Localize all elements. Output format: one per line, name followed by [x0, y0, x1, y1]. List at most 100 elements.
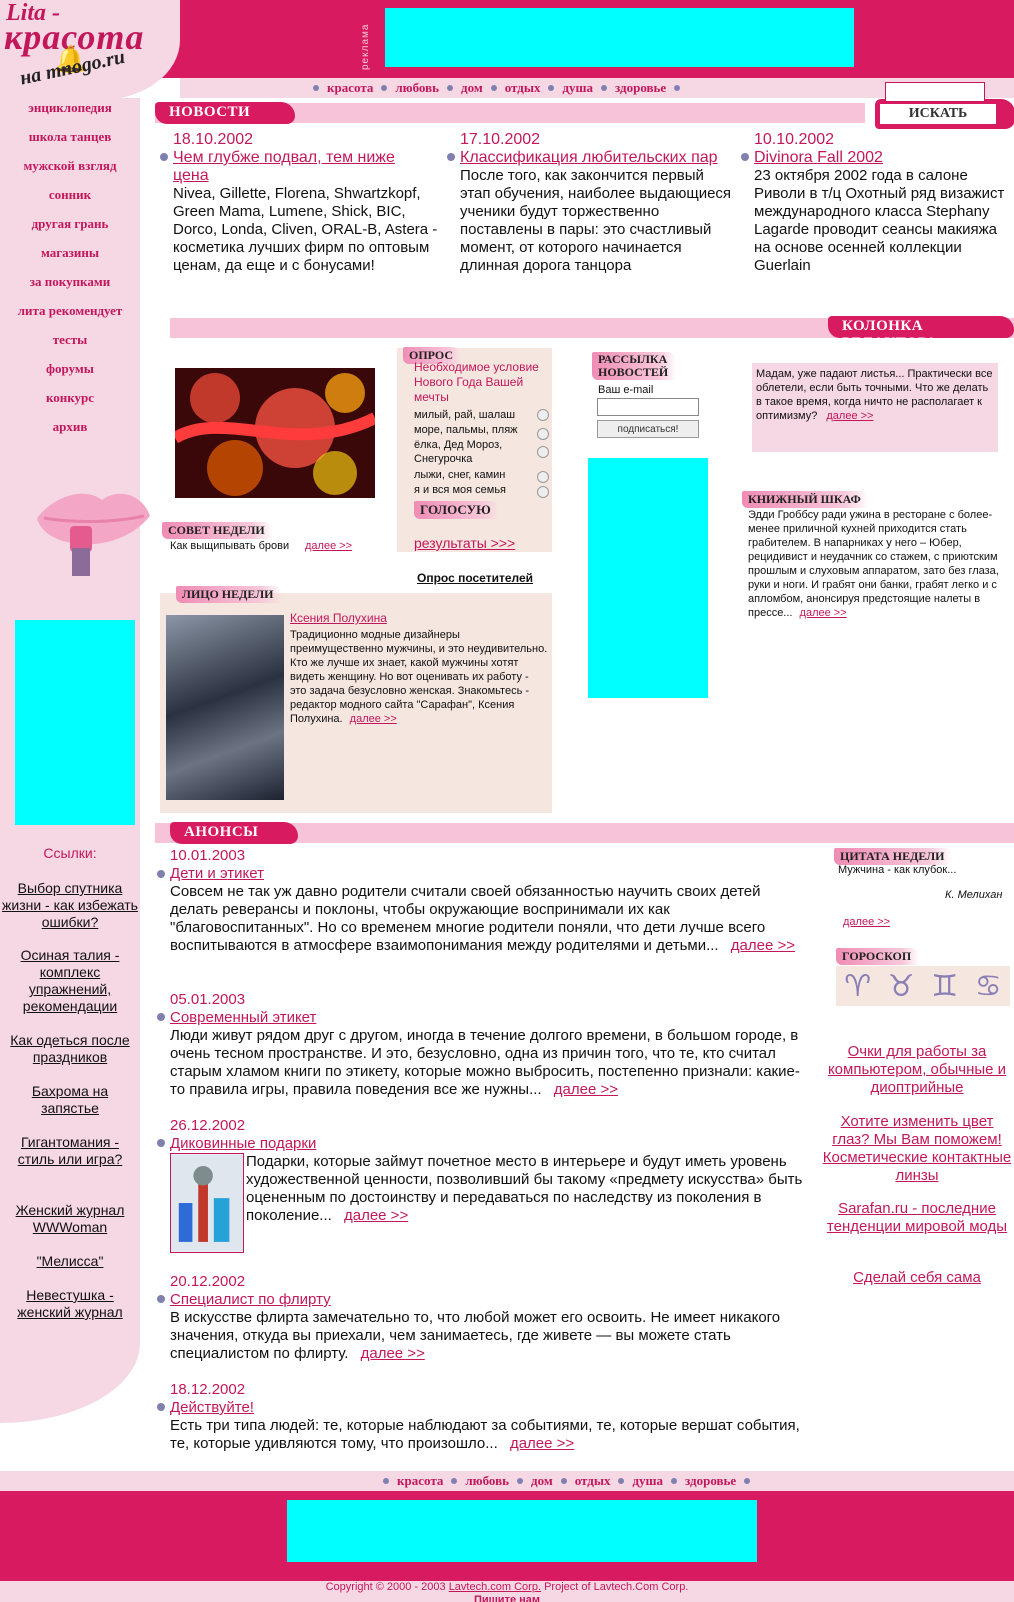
nav-item-otdyh[interactable]: отдых: [505, 80, 541, 96]
quote-more-link[interactable]: далее >>: [843, 916, 890, 928]
news-title-link[interactable]: Чем глубже подвал, тем ниже цена: [173, 149, 413, 185]
newsletter-email-input[interactable]: [597, 398, 699, 416]
anons-title-link[interactable]: Специалист по флирту: [170, 1291, 331, 1308]
search-input[interactable]: [885, 82, 985, 102]
horoscope-header: ГОРОСКОП: [836, 948, 920, 965]
search-button[interactable]: ИСКАТЬ: [880, 104, 996, 124]
sidebar-item-encyclopedia[interactable]: энциклопедия: [0, 100, 140, 116]
sidebar-link-7[interactable]: "Мелисса": [2, 1253, 138, 1270]
poll-radio-5[interactable]: [537, 486, 549, 498]
sidebar-link-2[interactable]: Осиная талия - комплекс упражнений, реко…: [2, 947, 138, 1015]
anons-title-link[interactable]: Современный этикет: [170, 1009, 316, 1026]
nav-dot-icon: [517, 1478, 524, 1484]
nav-dot-icon: [490, 85, 497, 91]
face-text-body: Традиционно модные дизайнеры преимуществ…: [290, 629, 548, 725]
news-date: 18.10.2002: [173, 131, 254, 148]
footer-nav-lyubov[interactable]: любовь: [465, 1473, 509, 1489]
sidebar-item-shops[interactable]: магазины: [0, 245, 140, 261]
right-link-lenses[interactable]: Хотите изменить цвет глаз? Мы Вам поможе…: [822, 1113, 1012, 1185]
poll-option-5: я и вся моя семья: [414, 484, 507, 496]
gifts-photo[interactable]: [170, 1153, 244, 1253]
nav-item-dom[interactable]: дом: [461, 80, 483, 96]
footer-copyright: Copyright © 2000 - 2003 Lavtech.com Corp…: [0, 1581, 1014, 1602]
anons-title-link[interactable]: Действуйте!: [170, 1399, 254, 1416]
news-title-link[interactable]: Divinora Fall 2002: [754, 149, 1004, 167]
gemini-icon[interactable]: ♊: [931, 969, 958, 1004]
bullet-icon: [157, 1403, 165, 1411]
anons-title-link[interactable]: Диковинные подарки: [170, 1135, 316, 1152]
nav-dot-icon: [601, 85, 608, 91]
sidebar-link-8[interactable]: Невестушка - женский журнал: [2, 1287, 138, 1321]
footer-nav-dom[interactable]: дом: [531, 1473, 553, 1489]
nav-dot-icon: [381, 85, 388, 91]
poll-results-link[interactable]: результаты >>>: [414, 535, 515, 551]
anons-title-link[interactable]: Дети и этикет: [170, 865, 264, 882]
anons-date: 05.01.2003: [170, 991, 246, 1008]
poll-visitors-link[interactable]: Опрос посетителей: [417, 571, 533, 585]
subscribe-button[interactable]: подписаться!: [597, 420, 699, 438]
ad-banner-left[interactable]: [15, 620, 135, 825]
left-sidebar-curve: [0, 1343, 140, 1423]
sidebar-link-1[interactable]: Выбор спутника жизни - как избежать ошиб…: [2, 880, 138, 931]
anons-more-link[interactable]: далее >>: [344, 1207, 408, 1224]
quote-text: Мужчина - как клубок...: [838, 864, 957, 876]
face-photo[interactable]: [166, 615, 284, 800]
sidebar-link-6[interactable]: Женский журнал WWWoman: [2, 1202, 138, 1236]
poll-radio-1[interactable]: [537, 409, 549, 421]
sidebar-item-contest[interactable]: конкурс: [0, 390, 140, 406]
news-title-link[interactable]: Классификация любительских пар: [460, 149, 740, 167]
footer-nav-zdorovie[interactable]: здоровье: [685, 1473, 736, 1489]
face-name-link[interactable]: Ксения Полухина: [290, 611, 387, 625]
poll-vote-button[interactable]: ГОЛОСУЮ: [414, 501, 499, 519]
contact-link[interactable]: Пишите нам: [474, 1594, 540, 1602]
anons-more-link[interactable]: далее >>: [731, 937, 795, 954]
sidebar-item-male-view[interactable]: мужской взгляд: [0, 158, 140, 174]
tip-more-link[interactable]: далее >>: [305, 540, 352, 552]
anons-more-link[interactable]: далее >>: [510, 1435, 574, 1452]
sidebar-item-shopping[interactable]: за покупками: [0, 274, 140, 290]
books-more-link[interactable]: далее >>: [800, 607, 847, 619]
footer-nav-dusha[interactable]: душа: [632, 1473, 663, 1489]
taurus-icon[interactable]: ♉: [888, 969, 915, 1004]
sidebar-item-forums[interactable]: форумы: [0, 361, 140, 377]
nav-item-lyubov[interactable]: любовь: [395, 80, 439, 96]
face-header: ЛИЦО НЕДЕЛИ: [176, 586, 282, 603]
right-link-sarafan[interactable]: Sarafan.ru - последние тенденции мировой…: [822, 1200, 1012, 1236]
nav-dot-icon: [313, 85, 319, 91]
sidebar-link-3[interactable]: Как одеться после праздников: [2, 1032, 138, 1066]
sidebar-item-lita-recommends[interactable]: лита рекомендует: [0, 303, 140, 319]
poll-radio-3[interactable]: [537, 446, 549, 458]
nav-item-krasota[interactable]: красота: [327, 80, 373, 96]
nav-item-dusha[interactable]: душа: [562, 80, 593, 96]
cancer-icon[interactable]: ♋: [975, 969, 1002, 1004]
sidebar-item-tests[interactable]: тесты: [0, 332, 140, 348]
sidebar-link-5[interactable]: Гигантомания - стиль или игра?: [2, 1134, 138, 1168]
footer-nav-otdyh[interactable]: отдых: [575, 1473, 611, 1489]
ad-banner-bottom[interactable]: [287, 1500, 757, 1562]
ad-banner-middle[interactable]: [588, 458, 708, 698]
nav-item-zdorovie[interactable]: здоровье: [615, 80, 666, 96]
anons-more-link[interactable]: далее >>: [361, 1345, 425, 1362]
poll-radio-2[interactable]: [537, 428, 549, 440]
poll-question: Необходимое условие Нового Года Вашей ме…: [414, 360, 539, 404]
anons-text: Есть три типа людей: те, которые наблюда…: [170, 1417, 810, 1453]
holiday-photo[interactable]: [175, 368, 375, 498]
sidebar-link-4[interactable]: Бахрома на запястье: [2, 1083, 138, 1117]
face-more-link[interactable]: далее >>: [350, 713, 397, 725]
sidebar-item-archive[interactable]: архив: [0, 419, 140, 435]
aries-icon[interactable]: ♈: [844, 969, 871, 1004]
anons-more-link[interactable]: далее >>: [554, 1081, 618, 1098]
lavtech-link[interactable]: Lavtech.com Corp.: [449, 1581, 541, 1593]
sidebar-item-dream-book[interactable]: сонник: [0, 187, 140, 203]
anons-date: 26.12.2002: [170, 1117, 246, 1134]
footer-nav-krasota[interactable]: красота: [397, 1473, 443, 1489]
sidebar-item-other-side[interactable]: другая грань: [0, 216, 140, 232]
editor-more-link[interactable]: далее >>: [826, 410, 873, 422]
ad-banner-top[interactable]: [385, 8, 854, 67]
right-link-make-yourself[interactable]: Сделай себя сама: [822, 1269, 1012, 1287]
news-text: Nivea, Gillette, Florena, Shwartzkopf, G…: [173, 185, 438, 274]
right-link-glasses[interactable]: Очки для работы за компьютером, обычные …: [822, 1043, 1012, 1097]
sidebar-item-dance-school[interactable]: школа танцев: [0, 129, 140, 145]
poll-radio-4[interactable]: [537, 471, 549, 483]
links-title: Ссылки:: [43, 845, 97, 861]
